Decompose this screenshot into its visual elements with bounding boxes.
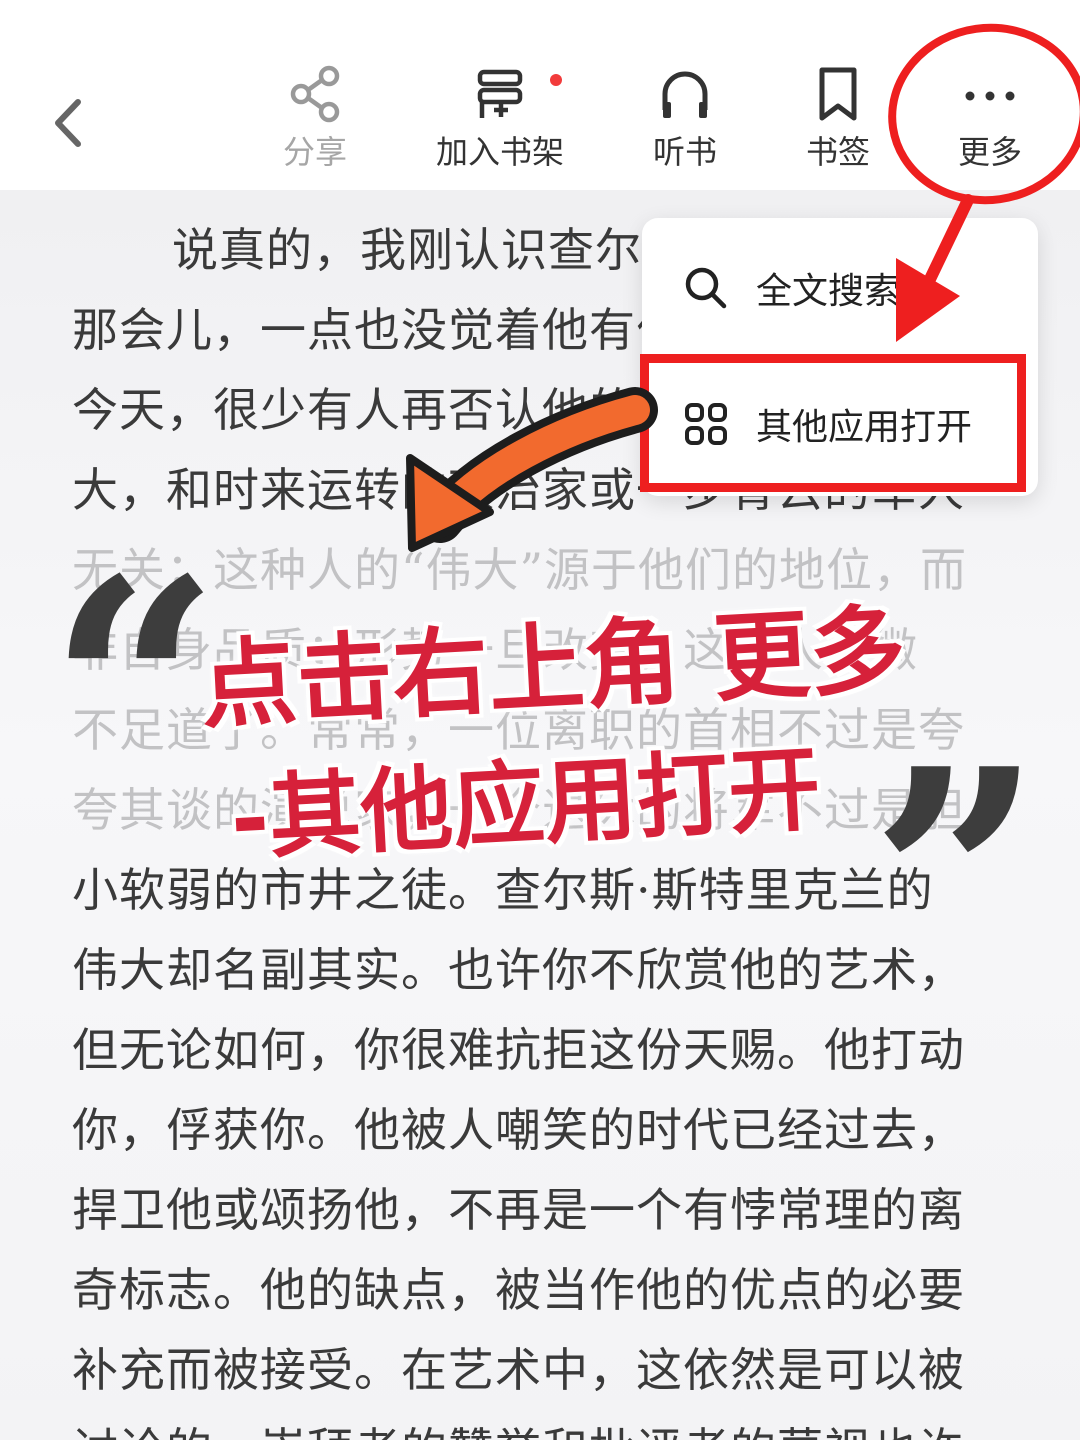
share-label: 分享: [282, 133, 347, 171]
more-button[interactable]: 更多: [915, 62, 1065, 182]
share-button[interactable]: 分享: [240, 62, 390, 182]
text-line: 讨论的，崇拜者的赞誉和批评者的蔑视也许: [72, 1410, 1012, 1440]
text-line: 你，俘获你。他被人嘲笑的时代已经过去，: [72, 1103, 965, 1157]
text-line: 补充而被接受。在艺术中，这依然是可以被: [72, 1343, 965, 1397]
open-quote-mark: “: [48, 513, 221, 866]
more-label: 更多: [957, 133, 1022, 171]
text-line: 捍卫他或颂扬他，不再是一个有悖常理的离: [72, 1183, 965, 1237]
more-dots-icon: [965, 91, 1015, 101]
bookmark-icon: [819, 67, 857, 121]
listen-button[interactable]: 听书: [610, 62, 760, 182]
share-icon: [290, 65, 340, 123]
highlight-box: [640, 354, 1026, 492]
bookmark-label: 书签: [805, 133, 870, 171]
bookmark-button[interactable]: 书签: [763, 62, 913, 182]
close-quote-mark: ”: [870, 703, 1043, 1056]
chevron-left-icon: [55, 99, 81, 147]
notification-dot: [550, 74, 562, 86]
text-line: 奇标志。他的缺点，被当作他的优点的必要: [72, 1263, 965, 1317]
headphones-icon: [662, 71, 708, 118]
back-button[interactable]: [40, 88, 100, 158]
menu-item-full-text-search[interactable]: 全文搜索: [642, 228, 1038, 348]
add-to-shelf-label: 加入书架: [435, 133, 564, 171]
add-to-shelf-icon: [477, 69, 523, 118]
menu-item-label: 全文搜索: [756, 271, 901, 312]
top-toolbar: 分享 加入书架 听书 书签 更多: [0, 0, 1080, 190]
search-icon: [685, 267, 727, 309]
listen-label: 听书: [652, 133, 717, 171]
